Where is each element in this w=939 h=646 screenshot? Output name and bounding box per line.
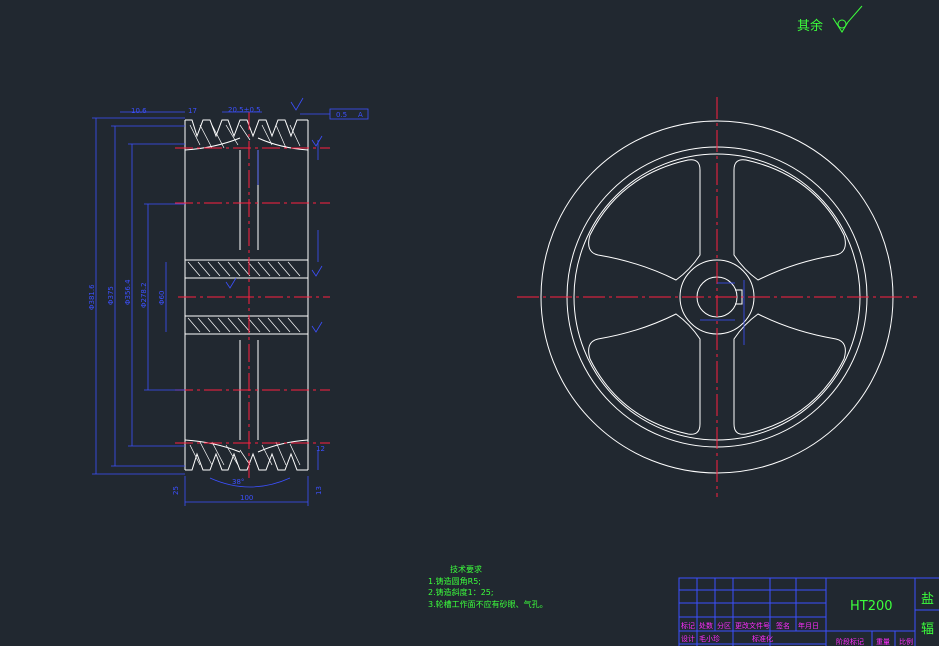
dim-pitch: 20.5±0.5 bbox=[228, 106, 261, 114]
dim-right-13: 13 bbox=[315, 486, 323, 495]
spoke-opening-br bbox=[733, 313, 846, 435]
tech-req-item-1: 1.铸造圆角R5; bbox=[428, 576, 481, 586]
roughness-note-text: 其余 bbox=[797, 18, 823, 34]
dim-right-25: 25 bbox=[172, 486, 180, 495]
tb-label-2: 分区 bbox=[717, 621, 731, 630]
dim-angle: 38° bbox=[232, 478, 244, 486]
cad-drawing: 10.6 17 20.5±0.5 0.5 A Φ381.6 Φ375 Φ356.… bbox=[88, 5, 939, 646]
dim-top-left: 10.6 bbox=[131, 107, 147, 115]
dim-d2: Φ375 bbox=[107, 286, 115, 305]
section-view bbox=[184, 119, 309, 471]
spoke-opening-bl bbox=[588, 313, 701, 435]
datum-label: A bbox=[358, 111, 363, 119]
tolerance-box-text: 0.5 bbox=[336, 111, 347, 119]
dim-right-12: 12 bbox=[316, 445, 325, 453]
tb-label-1: 处数 bbox=[699, 621, 713, 630]
dim-d5: Φ60 bbox=[158, 291, 166, 305]
dim-17: 17 bbox=[188, 107, 197, 115]
tb-row2-0: 设计 bbox=[681, 634, 695, 643]
tb-label-4: 签名 bbox=[776, 621, 790, 630]
tb-row3-1: 重量 bbox=[876, 638, 890, 646]
material-label: HT200 bbox=[850, 599, 893, 614]
spoke-opening-tl bbox=[588, 159, 701, 281]
tb-label-0: 标记 bbox=[681, 621, 695, 630]
tech-req-title: 技术要求 bbox=[450, 564, 482, 574]
dimension-lines bbox=[92, 108, 369, 506]
section-hatching bbox=[187, 124, 301, 466]
tb-row2-1: 毛小珍 bbox=[699, 634, 720, 643]
bottom-groove-profile bbox=[185, 452, 308, 471]
roughness-note: 其余 bbox=[797, 5, 863, 34]
tb-row3-0: 阶段标记 bbox=[836, 637, 864, 646]
dim-d1: Φ381.6 bbox=[88, 284, 96, 310]
tech-req-item-3: 3.轮槽工作面不应有砂眼、气孔。 bbox=[428, 599, 548, 609]
dim-d4: Φ278.2 bbox=[140, 282, 148, 308]
top-groove-profile bbox=[185, 119, 308, 138]
title-block-texts: HT200 盐 辐 标记 处数 分区 更改文件号 签名 年月日 设计 毛小珍 标… bbox=[681, 592, 934, 646]
tb-label-3: 更改文件号 bbox=[735, 621, 770, 630]
tech-requirements: 技术要求 1.铸造圆角R5; 2.铸造斜度1：25; 3.轮槽工作面不应有砂眼、… bbox=[428, 564, 548, 609]
tb-label-5: 年月日 bbox=[798, 621, 819, 630]
tb-row3-2: 比例 bbox=[899, 637, 913, 646]
dim-bottom-width: 100 bbox=[240, 494, 253, 502]
section-centerlines bbox=[175, 112, 330, 480]
tech-req-item-2: 2.铸造斜度1：25; bbox=[428, 587, 494, 597]
front-centerlines bbox=[517, 97, 917, 497]
spoke-opening-tr bbox=[733, 159, 846, 281]
tb-row2-3: 标准化 bbox=[752, 634, 773, 643]
part-name-1: 盐 bbox=[921, 592, 934, 607]
part-name-2: 辐 bbox=[921, 622, 934, 637]
roughness-check-icon bbox=[832, 5, 863, 33]
dim-d3: Φ356.4 bbox=[124, 279, 132, 305]
